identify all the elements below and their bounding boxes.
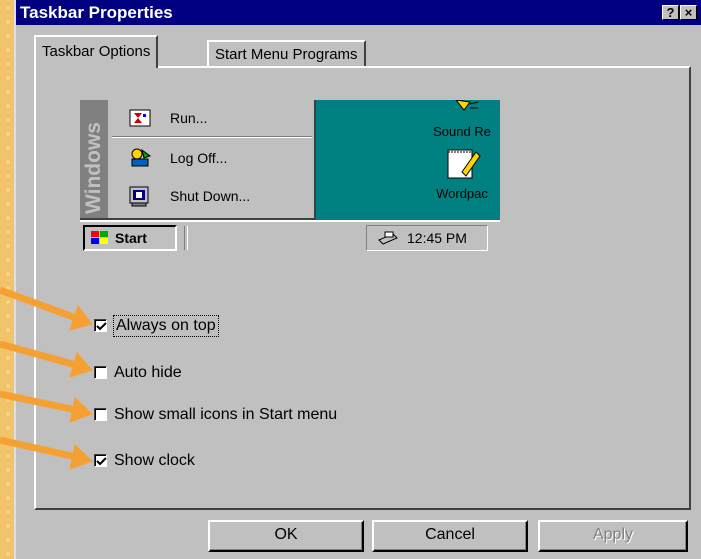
taskbar-properties-dialog: Taskbar Properties ? × Taskbar Options S… — [14, 0, 701, 559]
logoff-icon — [131, 148, 152, 167]
option-label: Show small icons in Start menu — [114, 406, 338, 423]
title-bar[interactable]: Taskbar Properties ? × — [16, 0, 701, 25]
ok-button[interactable]: OK — [208, 520, 364, 552]
menu-item-label: Log Off... — [170, 150, 228, 166]
close-button[interactable]: × — [680, 5, 697, 20]
cancel-button[interactable]: Cancel — [372, 520, 528, 552]
shutdown-icon — [129, 186, 149, 207]
system-tray: 12:45 PM — [366, 225, 488, 251]
taskbar-preview: Windows Run... Log Off... Shut Down... S… — [80, 100, 500, 254]
sound-recorder-icon — [455, 100, 479, 111]
menu-item-run: Run... — [114, 100, 310, 136]
menu-item-logoff: Log Off... — [114, 140, 310, 176]
clock-text: 12:45 PM — [407, 230, 467, 246]
option-label: Auto hide — [114, 364, 182, 381]
desktop-icon-sound-recorder: Sound Re — [424, 100, 500, 139]
desktop-icon-label: Sound Re — [433, 124, 491, 139]
menu-item-shutdown: Shut Down... — [114, 178, 310, 214]
tab-taskbar-options[interactable]: Taskbar Options — [34, 35, 159, 68]
preview-start-menu: Windows Run... Log Off... Shut Down... — [80, 100, 316, 220]
wordpad-icon — [447, 149, 481, 179]
run-icon — [129, 109, 151, 127]
preview-taskbar: Start 12:45 PM — [80, 220, 500, 254]
menu-item-label: Shut Down... — [170, 188, 251, 204]
option-label: Show clock — [114, 452, 195, 469]
printer-tray-icon — [378, 231, 398, 245]
tab-start-menu-programs[interactable]: Start Menu Programs — [207, 40, 366, 68]
desktop-icon-label: Wordpac — [436, 186, 488, 201]
help-button[interactable]: ? — [662, 5, 679, 20]
apply-button[interactable]: Apply — [538, 520, 688, 552]
arrow-icon — [0, 286, 93, 470]
option-label: Always on top — [113, 315, 219, 337]
menu-item-label: Run... — [170, 110, 208, 126]
annotation-arrows — [0, 286, 93, 470]
desktop-icon-wordpad: Wordpac — [424, 146, 500, 201]
menu-separator — [112, 136, 312, 138]
start-button-label: Start — [115, 230, 147, 246]
taskbar-separator — [184, 226, 188, 250]
